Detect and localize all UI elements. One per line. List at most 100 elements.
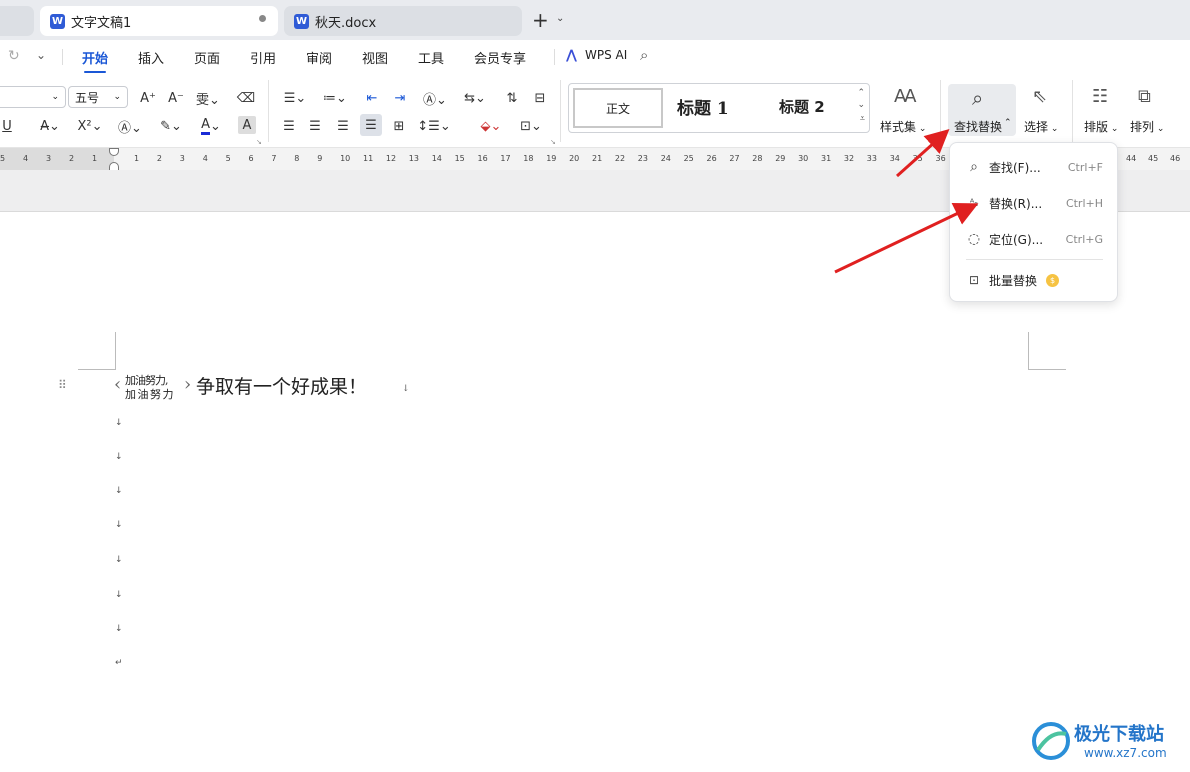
field-bracket-left-icon: ‹	[114, 374, 122, 395]
strikethrough-icon[interactable]: A̶⌄	[36, 116, 64, 136]
align-right-icon[interactable]: ☰	[334, 116, 352, 136]
style-normal[interactable]: 正文	[573, 88, 663, 128]
style-set-icon[interactable]: Ꜳ	[894, 86, 917, 107]
menu-insert[interactable]: 插入	[138, 48, 164, 67]
paragraph-mark-icon: ↓	[115, 520, 123, 530]
sort-icon[interactable]: ⇅	[502, 88, 522, 108]
shrink-font-icon[interactable]: A⁻	[166, 88, 186, 108]
main-text: 争取有一个好成果！	[196, 376, 368, 398]
replace-shortcut: Ctrl+H	[1065, 196, 1103, 210]
margin-corner	[1028, 369, 1066, 370]
bullets-icon[interactable]: ☰⌄	[280, 88, 310, 108]
margin-corner	[1028, 332, 1029, 370]
menu-member[interactable]: 会员专享	[474, 48, 526, 67]
arrange-button[interactable]: 排列 ⌄	[1130, 118, 1164, 135]
ruler-tick: 32	[843, 154, 855, 163]
find-replace-label: 查找替换	[954, 120, 1003, 134]
numbering-icon[interactable]: ≔⌄	[320, 88, 350, 108]
text-direction-icon[interactable]: Ⓐ⌄	[420, 88, 450, 108]
ruler-tick: 29	[775, 154, 786, 163]
search-icon[interactable]: ⌕	[640, 46, 648, 64]
menu-tools[interactable]: 工具	[418, 48, 444, 67]
dialog-launcher-icon[interactable]: ↘	[550, 138, 556, 146]
show-marks-icon[interactable]: ⊟	[530, 88, 550, 108]
batch-replace-icon: ⊡	[968, 273, 980, 287]
find-replace-button[interactable]: ⌕ 查找替换 ⌃	[948, 84, 1016, 136]
chevron-down-icon[interactable]: ⌄	[556, 13, 564, 24]
menu-page[interactable]: 页面	[194, 48, 220, 67]
find-label: 查找(F)...	[989, 160, 1041, 175]
layout-icon[interactable]: ☷	[1092, 86, 1108, 107]
convert-icon[interactable]: ⇆⌄	[460, 88, 490, 108]
underline-icon[interactable]: U	[0, 116, 14, 136]
justify-icon[interactable]: ☰	[360, 114, 382, 136]
ruler-tick: 23	[637, 154, 648, 163]
align-left-icon[interactable]: ☰	[280, 116, 298, 136]
style-heading-1[interactable]: 标题 1	[677, 94, 729, 119]
new-tab-button[interactable]: +	[532, 9, 549, 31]
tab-document-1[interactable]: W 文字文稿1	[40, 6, 278, 36]
divider	[554, 49, 555, 65]
watermark-logo: 极光下载站 www.xz7.com	[1030, 716, 1186, 766]
find-menu-item[interactable]: ⌕ 查找(F)... Ctrl+F	[950, 152, 1119, 182]
ruler-tick: 12	[385, 154, 397, 163]
style-up-icon[interactable]: ⌃	[857, 88, 865, 98]
menu-view[interactable]: 视图	[362, 48, 388, 67]
goto-shortcut: Ctrl+G	[1065, 232, 1103, 246]
dialog-launcher-icon[interactable]: ↘	[256, 138, 262, 146]
font-name-select[interactable]: ⌄	[0, 86, 66, 108]
goto-menu-item[interactable]: ◌ 定位(G)... Ctrl+G	[950, 224, 1119, 254]
borders-icon[interactable]: ⊡⌄	[516, 116, 546, 136]
shading-icon[interactable]: ⬙⌄	[476, 116, 506, 136]
align-center-icon[interactable]: ☰	[306, 116, 324, 136]
line-spacing-icon[interactable]: ↕☰⌄	[417, 116, 450, 136]
margin-corner	[78, 369, 116, 370]
eraser-icon[interactable]: ⌫	[236, 88, 256, 108]
menu-wps-ai[interactable]: WPS AI	[585, 48, 627, 62]
char-shading-icon[interactable]: A	[238, 116, 256, 134]
text-effect-icon[interactable]: Ⓐ⌄	[116, 116, 144, 136]
menu-home[interactable]: 开始	[82, 48, 108, 73]
chevron-down-icon[interactable]: ⌄	[36, 48, 46, 62]
ruler-tick: 1	[92, 154, 98, 163]
ruler-tick: 46	[1170, 154, 1181, 163]
pinyin-icon[interactable]: 雯⌄	[194, 88, 222, 108]
drag-handle-icon[interactable]: ⠿	[58, 378, 67, 392]
menu-references[interactable]: 引用	[250, 48, 276, 67]
superscript-icon[interactable]: X²⌄	[76, 116, 104, 136]
increase-indent-icon[interactable]: ⇥	[390, 88, 410, 108]
ruler-tick: 8	[294, 154, 300, 163]
select-label: 选择	[1024, 120, 1049, 134]
field-bracket-right-icon: ›	[184, 374, 192, 395]
tab-document-2[interactable]: W 秋天.docx	[284, 6, 522, 36]
ruler-tick: 3	[179, 154, 185, 163]
ruler-tick: 24	[660, 154, 671, 163]
layout-button[interactable]: 排版 ⌄	[1084, 118, 1118, 135]
style-set-button[interactable]: 样式集 ⌄	[880, 118, 926, 135]
style-heading-2[interactable]: 标题 2	[779, 96, 825, 117]
grow-font-icon[interactable]: A⁺	[138, 88, 158, 108]
style-down-icon[interactable]: ⌄	[857, 100, 865, 110]
menu-review[interactable]: 审阅	[306, 48, 332, 67]
ruler-tick: 19	[546, 154, 557, 163]
ruler-tick: 44	[1126, 154, 1137, 163]
select-button[interactable]: 选择 ⌄	[1024, 118, 1058, 135]
style-more-icon[interactable]: ⩡	[860, 114, 865, 124]
font-color-icon[interactable]: A ⌄	[196, 116, 226, 136]
highlight-icon[interactable]: ✎⌄	[156, 116, 186, 136]
redo-icon[interactable]: ↻	[8, 48, 20, 64]
ruler-tick: 30	[798, 154, 809, 163]
decrease-indent-icon[interactable]: ⇤	[362, 88, 382, 108]
font-size-select[interactable]: 五号 ⌄	[68, 86, 128, 108]
cursor-icon[interactable]: ⇖	[1032, 86, 1047, 107]
premium-icon: $	[1046, 273, 1059, 287]
unsaved-dot-icon[interactable]	[259, 15, 266, 22]
replace-menu-item[interactable]: ᴬᵦ 替换(R)... Ctrl+H	[950, 188, 1119, 218]
ruler-tick: 31	[821, 154, 832, 163]
tab-hidden[interactable]	[0, 6, 34, 36]
paragraph-mark-icon: ↵	[115, 658, 123, 668]
batch-replace-menu-item[interactable]: ⊡ 批量替换 $	[950, 265, 1119, 295]
search-icon: ⌕	[970, 159, 978, 175]
arrange-icon[interactable]: ⧉	[1138, 86, 1151, 107]
distribute-icon[interactable]: ⊞	[390, 116, 408, 136]
